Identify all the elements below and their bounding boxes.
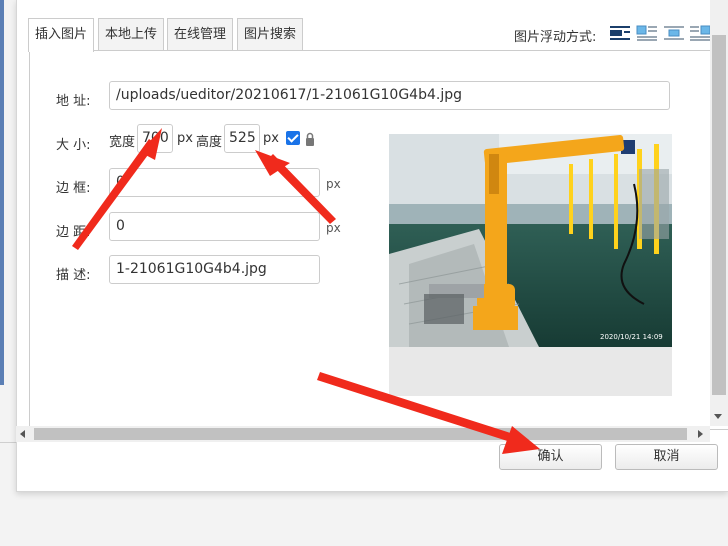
cancel-button[interactable]: 取消 [615,444,718,470]
float-none-icon[interactable] [609,24,631,42]
lock-ratio-checkbox[interactable] [286,131,300,145]
tab-local-upload[interactable]: 本地上传 [98,18,164,51]
margin-input[interactable]: 0 [109,212,320,241]
background-window-edge [0,0,4,385]
tab-image-search[interactable]: 图片搜索 [237,18,303,51]
background-divider [0,442,16,443]
width-unit: px [177,131,193,146]
tab-insert-image[interactable]: 插入图片 [28,18,94,52]
float-right-icon[interactable] [689,24,711,42]
height-unit: px [263,131,279,146]
float-mode-label: 图片浮动方式: [514,30,597,45]
float-center-icon[interactable] [663,24,685,42]
description-input[interactable]: 1-21061G10G4b4.jpg [109,255,320,284]
description-label: 描 述: [56,268,91,283]
confirm-button[interactable]: 确认 [499,444,602,470]
margin-label: 边 距: [56,225,91,240]
address-input[interactable]: /uploads/ueditor/20210617/1-21061G10G4b4… [109,81,670,110]
margin-unit: px [326,221,341,235]
height-input[interactable]: 525 [224,124,260,153]
height-label: 高度 [196,135,223,150]
vertical-scroll-thumb[interactable] [712,35,726,395]
width-input[interactable]: 700 [137,124,173,153]
border-input[interactable]: 0 [109,168,320,197]
robot-arm-photo: 2020/10/21 14:09 [389,134,672,347]
lock-icon[interactable] [305,132,315,147]
border-unit: px [326,177,341,191]
tab-online-manage[interactable]: 在线管理 [167,18,233,51]
width-label: 宽度 [109,135,136,150]
horizontal-scroll-thumb[interactable] [34,428,687,440]
border-label: 边 框: [56,181,91,196]
scroll-down-arrow[interactable] [714,414,722,419]
address-label: 地 址: [56,94,91,109]
scroll-left-arrow[interactable] [20,430,25,438]
scroll-right-arrow[interactable] [698,430,703,438]
image-preview-box: 2020/10/21 14:09 [389,134,672,396]
size-label: 大 小: [56,138,91,153]
float-left-icon[interactable] [636,24,658,42]
photo-timestamp: 2020/10/21 14:09 [600,333,663,341]
